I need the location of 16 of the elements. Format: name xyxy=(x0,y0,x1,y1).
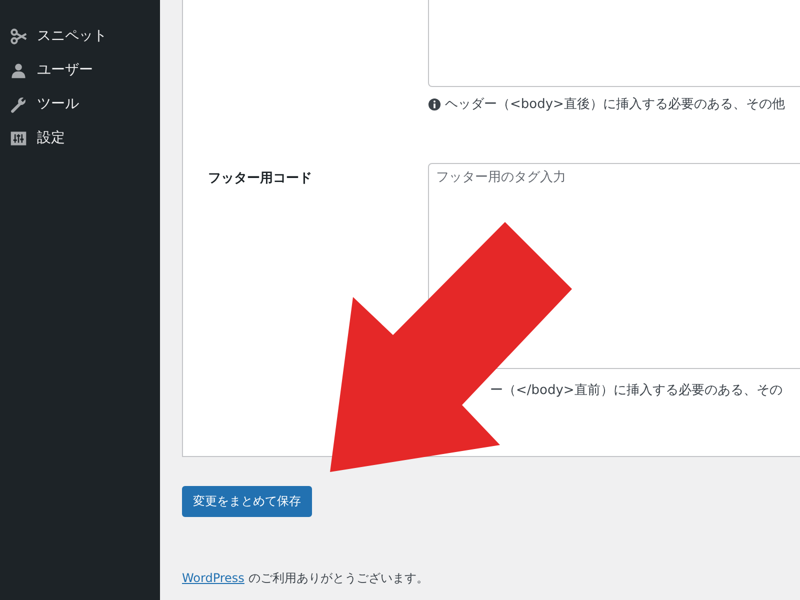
sidebar-item[interactable]: ユーザー xyxy=(0,53,160,87)
user-icon xyxy=(10,62,27,78)
wordpress-link[interactable]: WordPress xyxy=(182,571,244,585)
sidebar-item[interactable]: ツール xyxy=(0,87,160,121)
info-icon xyxy=(428,98,441,110)
header-code-field[interactable] xyxy=(428,0,800,87)
field-label: フッター用コード xyxy=(208,171,312,186)
wrench-icon xyxy=(10,96,27,112)
help-text: ー（</body>直前）に挿入する必要のある、その xyxy=(489,382,784,399)
save-button[interactable]: 変更をまとめて保存 xyxy=(182,486,312,517)
scissors-icon xyxy=(10,28,27,44)
footer-text: のご利用ありがとうございます。 xyxy=(248,571,428,585)
sidebar-item[interactable]: スニペット xyxy=(0,19,160,53)
sidebar-item[interactable]: 設定 xyxy=(0,121,160,155)
help-text: ヘッダー（<body>直後）に挿入する必要のある、その他 xyxy=(428,95,800,113)
sliders-icon xyxy=(10,130,27,146)
